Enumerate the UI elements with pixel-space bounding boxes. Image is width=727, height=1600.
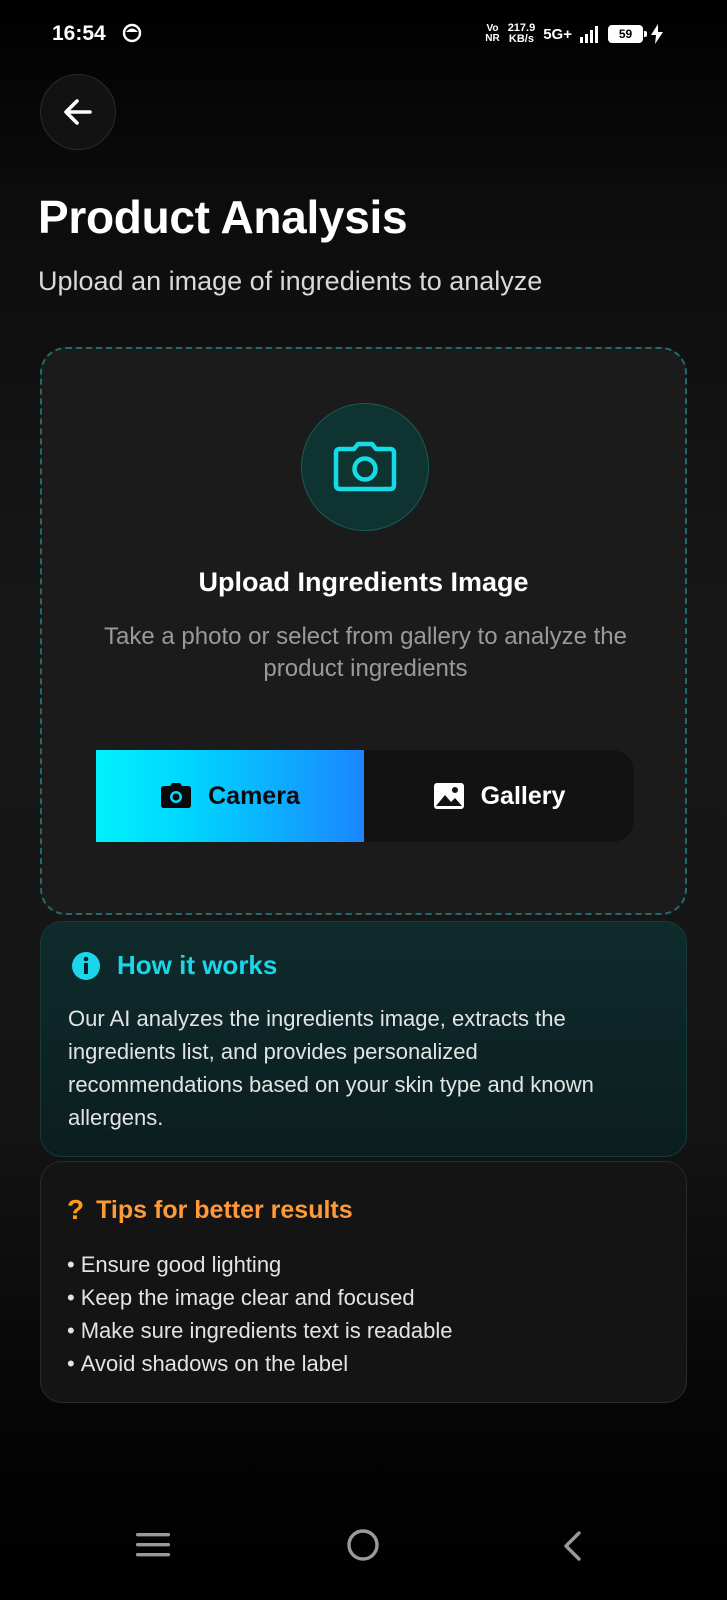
how-it-works-title: How it works	[117, 950, 278, 980]
status-indicators: Vo NR 217.9 KB/s 5G+ 59	[485, 20, 663, 48]
back-chevron-icon[interactable]	[560, 1530, 584, 1567]
how-it-works-header: How it works	[71, 950, 277, 981]
notification-face-icon	[122, 23, 142, 48]
tip-item: Keep the image clear and focused	[67, 1281, 452, 1314]
battery-indicator: 59	[608, 25, 647, 43]
menu-icon[interactable]	[136, 1532, 170, 1563]
upload-description: Take a photo or select from gallery to a…	[104, 623, 627, 682]
arrow-left-icon	[64, 99, 92, 125]
system-nav-bar	[0, 1520, 727, 1600]
upload-dropzone[interactable]: Upload Ingredients Image Take a photo or…	[40, 347, 687, 915]
info-icon	[72, 951, 100, 980]
status-time: 16:54	[52, 22, 106, 45]
network-speed: 217.9 KB/s	[508, 23, 536, 45]
signal-icon	[580, 26, 598, 43]
status-bar: 16:54 Vo NR 217.9 KB/s 5G+ 59	[0, 0, 727, 68]
camera-icon	[333, 441, 397, 492]
camera-icon	[161, 783, 192, 808]
tips-header: ? Tips for better results	[67, 1194, 353, 1226]
vonr-indicator: Vo NR	[485, 24, 499, 44]
upload-title: Upload Ingredients Image	[198, 567, 529, 597]
gallery-button-label: Gallery	[480, 781, 566, 810]
network-type: 5G+	[543, 25, 572, 43]
tip-item: Ensure good lighting	[67, 1248, 452, 1281]
question-icon: ?	[67, 1194, 85, 1225]
tips-title: Tips for better results	[96, 1195, 353, 1224]
home-circle-icon[interactable]	[346, 1528, 380, 1567]
how-it-works-card: How it works Our AI analyzes the ingredi…	[40, 921, 687, 1157]
how-it-works-body: Our AI analyzes the ingredients image, e…	[68, 1006, 594, 1130]
page-subtitle: Upload an image of ingredients to analyz…	[38, 266, 543, 296]
tip-item: Make sure ingredients text is readable	[67, 1314, 453, 1347]
camera-button-label: Camera	[208, 781, 300, 810]
back-button[interactable]	[40, 74, 116, 150]
tips-list: Ensure good lighting Keep the image clea…	[67, 1248, 453, 1380]
camera-button[interactable]: Camera	[96, 750, 364, 842]
charging-icon	[651, 24, 663, 44]
speed-unit: KB/s	[508, 33, 534, 45]
gallery-button[interactable]: Gallery	[364, 750, 634, 842]
tips-card: ? Tips for better results Ensure good li…	[40, 1161, 687, 1403]
vonr-bottom: NR	[485, 33, 500, 44]
image-icon	[433, 783, 464, 809]
tip-item: Avoid shadows on the label	[67, 1347, 452, 1380]
camera-icon-badge	[301, 403, 429, 531]
page-title: Product Analysis	[38, 191, 408, 243]
upload-source-buttons: Camera Gallery	[96, 750, 636, 842]
